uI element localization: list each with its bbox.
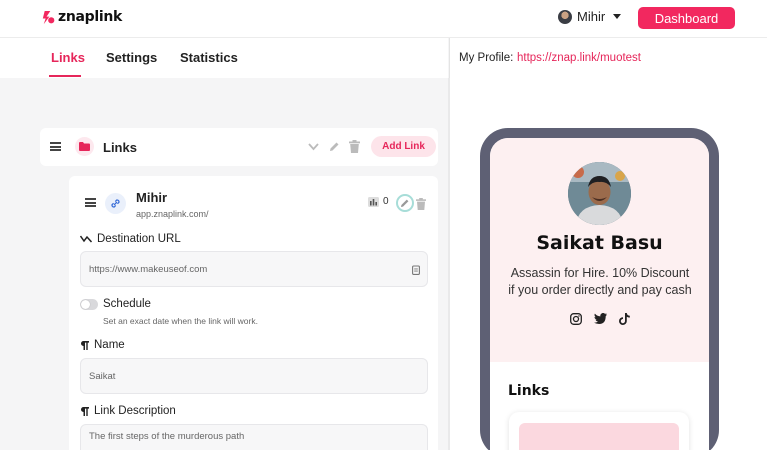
add-link-button[interactable]: Add Link	[371, 136, 436, 157]
social-icons	[490, 313, 709, 325]
name-field-label: Name	[80, 339, 125, 351]
name-input-value: Saikat	[89, 371, 116, 382]
paragraph-icon	[81, 406, 89, 416]
top-bar: znaplink Mihir Dashboard	[0, 0, 767, 38]
phone-preview: Saikat Basu Assassin for Hire. 10% Disco…	[480, 128, 719, 450]
name-input[interactable]: Saikat	[80, 358, 428, 394]
destination-url-label: Destination URL	[80, 233, 181, 245]
destination-url-placeholder: https://www.makeuseof.com	[89, 264, 208, 275]
user-name: Mihir	[577, 9, 606, 24]
drag-handle-icon[interactable]	[50, 142, 61, 151]
links-group-title: Links	[103, 140, 137, 155]
tab-settings[interactable]: Settings	[106, 50, 157, 65]
description-field-label: Link Description	[80, 405, 176, 417]
link-item-name: Mihir	[136, 190, 168, 205]
avatar	[558, 9, 572, 24]
link-item-url: app.znaplink.com/	[136, 209, 209, 219]
profile-url-link[interactable]: https://znap.link/muotest	[517, 52, 641, 64]
destination-url-label-text: Destination URL	[97, 233, 181, 245]
tab-links[interactable]: Links	[51, 50, 85, 65]
description-input[interactable]: The first steps of the murderous path	[80, 424, 428, 450]
znaplink-logo-icon	[42, 10, 55, 24]
profile-name: Saikat Basu	[536, 232, 663, 254]
paragraph-icon	[81, 340, 89, 350]
route-icon	[80, 235, 92, 243]
twitter-icon[interactable]	[593, 313, 607, 324]
click-stats[interactable]: 0	[368, 196, 389, 207]
drag-handle-icon[interactable]	[85, 198, 96, 207]
pencil-icon	[401, 199, 409, 207]
brand-name: znaplink	[58, 9, 123, 25]
profile-bio: Assassin for Hire. 10% Discount if you o…	[508, 266, 692, 297]
name-field-label-text: Name	[94, 339, 125, 351]
click-count: 0	[383, 196, 389, 207]
chevron-down-icon[interactable]	[308, 143, 319, 151]
dashboard-button[interactable]: Dashboard	[638, 7, 735, 29]
preview-links-title: Links	[508, 383, 550, 399]
profile-bar: My Profile: https://znap.link/muotest	[449, 38, 767, 78]
trash-icon[interactable]	[349, 140, 360, 153]
brand-logo[interactable]: znaplink	[40, 9, 122, 25]
bar-chart-icon	[368, 196, 379, 207]
profile-label: My Profile:	[459, 52, 514, 64]
instagram-icon[interactable]	[569, 313, 582, 325]
active-tab-indicator	[49, 75, 81, 77]
trash-icon[interactable]	[416, 198, 426, 210]
clipboard-icon[interactable]	[412, 265, 420, 275]
schedule-toggle[interactable]	[80, 299, 98, 310]
folder-icon	[75, 137, 94, 156]
edit-link-button[interactable]	[396, 194, 414, 212]
destination-url-input[interactable]: https://www.makeuseof.com	[80, 251, 428, 287]
phone-screen: Saikat Basu Assassin for Hire. 10% Disco…	[490, 138, 709, 450]
schedule-help-text: Set an exact date when the link will wor…	[103, 316, 258, 326]
link-icon	[105, 193, 126, 214]
tab-bar: Links Settings Statistics	[0, 38, 448, 78]
preview-link-card[interactable]	[509, 412, 689, 450]
profile-hero: Saikat Basu Assassin for Hire. 10% Disco…	[490, 138, 709, 362]
tiktok-icon[interactable]	[618, 313, 630, 325]
user-menu[interactable]: Mihir	[558, 9, 622, 24]
link-item-card: Mihir app.znaplink.com/ 0 Destination UR…	[69, 176, 438, 450]
caret-down-icon	[613, 14, 622, 19]
tab-statistics[interactable]: Statistics	[180, 50, 238, 65]
profile-avatar	[568, 162, 631, 225]
pencil-icon[interactable]	[329, 141, 340, 152]
preview-link-thumbnail	[519, 423, 679, 450]
schedule-label: Schedule	[103, 298, 151, 310]
description-input-value: The first steps of the murderous path	[89, 431, 245, 442]
links-group-header: Links Add Link	[40, 128, 438, 166]
description-field-label-text: Link Description	[94, 405, 176, 417]
